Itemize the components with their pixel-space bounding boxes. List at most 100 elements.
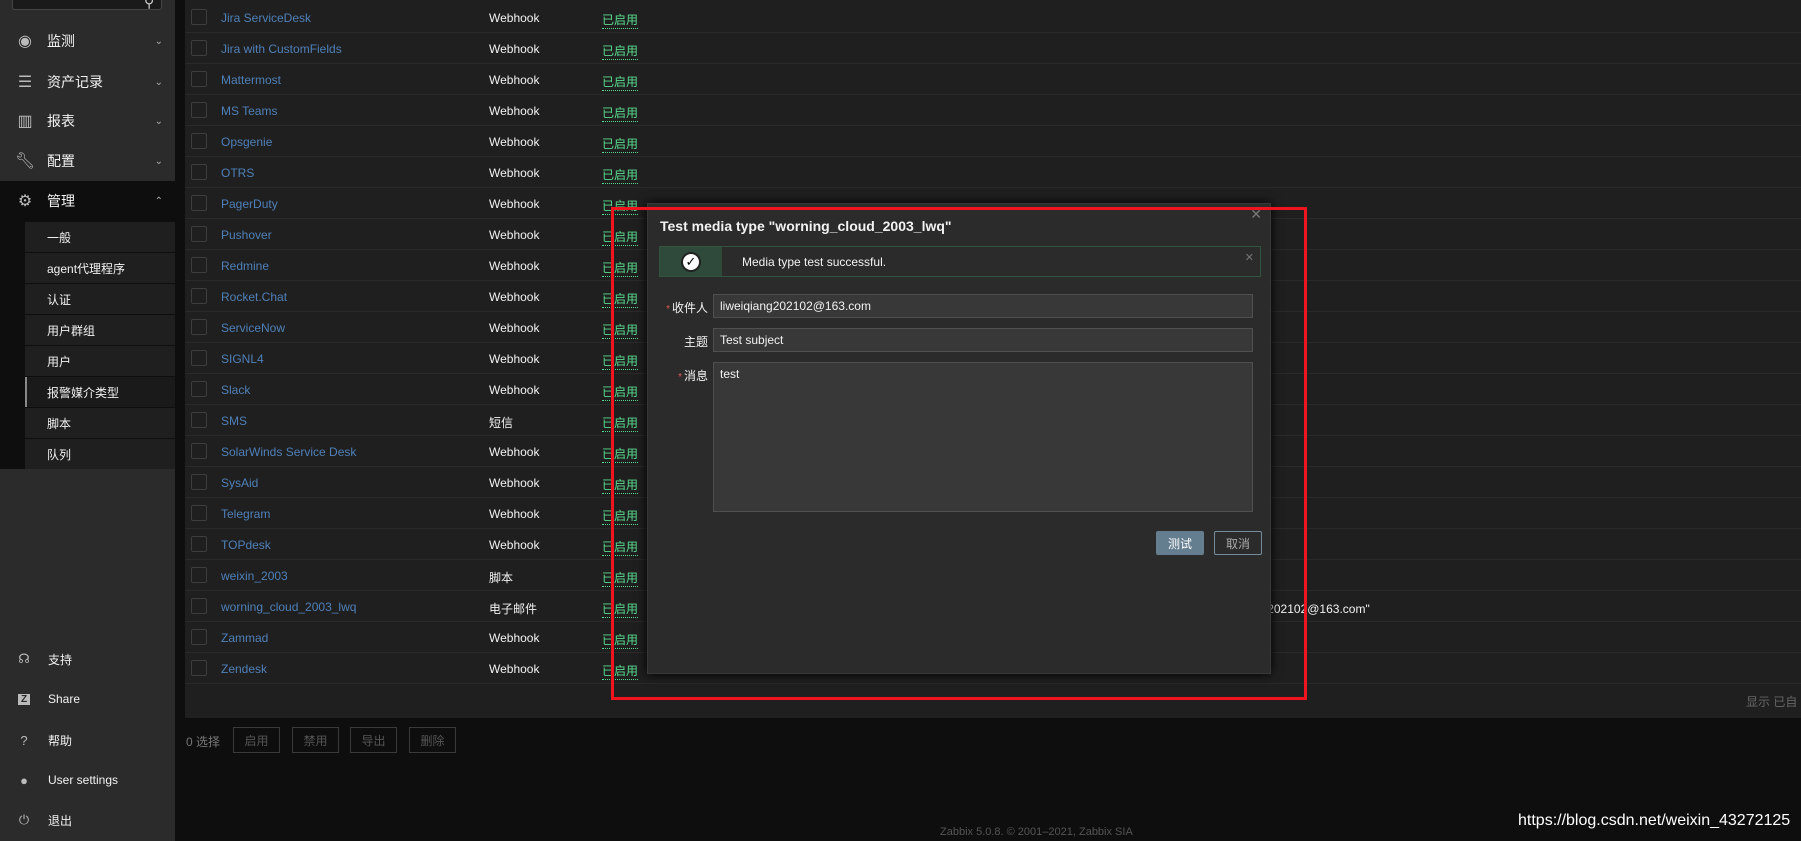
table-row: MS Teams Webhook 已启用 (185, 95, 1801, 126)
disable-button[interactable]: 禁用 (292, 727, 339, 753)
row-checkbox[interactable] (191, 474, 207, 490)
row-checkbox[interactable] (191, 536, 207, 552)
status-toggle[interactable]: 已启用 (602, 42, 639, 60)
watermark: https://blog.csdn.net/weixin_43272125 (1518, 812, 1791, 829)
support-link[interactable]: ☊ 支持 (0, 641, 175, 677)
row-checkbox[interactable] (191, 9, 207, 25)
user-icon: ● (20, 772, 28, 788)
row-checkbox[interactable] (191, 412, 207, 428)
power-icon: ⏻ (18, 812, 30, 827)
search-icon[interactable]: ⚲ (144, 0, 154, 11)
row-checkbox[interactable] (191, 133, 207, 149)
status-toggle[interactable]: 已启用 (602, 166, 639, 184)
row-checkbox[interactable] (191, 443, 207, 459)
row-checkbox[interactable] (191, 629, 207, 645)
chevron-up-icon: ⌃ (154, 195, 163, 207)
media-type-type: Webhook (489, 321, 540, 335)
row-checkbox[interactable] (191, 660, 207, 676)
media-type-type: Webhook (489, 73, 540, 87)
media-type-name-link[interactable]: Zammad (221, 631, 268, 645)
menu-configuration[interactable]: 🔧︎ 配置 ⌄ (0, 141, 175, 181)
chevron-down-icon: ⌄ (154, 35, 163, 47)
media-type-name-link[interactable]: PagerDuty (221, 197, 278, 211)
media-type-name-link[interactable]: TOPdesk (221, 538, 271, 552)
media-type-name-link[interactable]: Zendesk (221, 662, 267, 676)
menu-monitoring[interactable]: ◉ 监测 ⌄ (0, 21, 175, 61)
media-type-type: Webhook (489, 42, 540, 56)
sidebar-item-users[interactable]: 用户 (25, 346, 175, 376)
row-checkbox[interactable] (191, 288, 207, 304)
media-type-name-link[interactable]: Opsgenie (221, 135, 272, 149)
media-type-name-link[interactable]: Jira ServiceDesk (221, 11, 311, 25)
media-type-name-link[interactable]: OTRS (221, 166, 254, 180)
row-checkbox[interactable] (191, 319, 207, 335)
row-checkbox[interactable] (191, 40, 207, 56)
media-type-name-link[interactable]: Slack (221, 383, 250, 397)
media-type-name-link[interactable]: ServiceNow (221, 321, 285, 335)
help-link[interactable]: ? 帮助 (0, 722, 175, 758)
bottom-label: 帮助 (48, 733, 73, 748)
menu-label: 监测 (47, 33, 75, 49)
menu-administration[interactable]: ⚙ 管理 ⌃ (0, 181, 175, 221)
media-type-name-link[interactable]: weixin_2003 (221, 569, 288, 583)
row-checkbox[interactable] (191, 505, 207, 521)
share-link[interactable]: Z Share (0, 681, 175, 717)
row-checkbox[interactable] (191, 195, 207, 211)
media-type-type: Webhook (489, 352, 540, 366)
menu-label: 管理 (47, 193, 75, 209)
media-type-type: Webhook (489, 445, 540, 459)
media-type-name-link[interactable]: MS Teams (221, 104, 277, 118)
media-type-name-link[interactable]: Redmine (221, 259, 269, 273)
row-checkbox[interactable] (191, 164, 207, 180)
delete-button[interactable]: 删除 (409, 727, 456, 753)
bar-chart-icon: ▥ (17, 113, 33, 130)
row-checkbox[interactable] (191, 226, 207, 242)
media-type-name-link[interactable]: SolarWinds Service Desk (221, 445, 356, 459)
menu-inventory[interactable]: ☰ 资产记录 ⌄ (0, 62, 175, 102)
table-row: Opsgenie Webhook 已启用 (185, 126, 1801, 157)
sidebar-item-authentication[interactable]: 认证 (25, 284, 175, 314)
row-checkbox[interactable] (191, 350, 207, 366)
sidebar-item-media-types[interactable]: 报警媒介类型 (25, 377, 175, 407)
row-checkbox[interactable] (191, 381, 207, 397)
media-type-name-link[interactable]: Mattermost (221, 73, 281, 87)
media-type-type: Webhook (489, 259, 540, 273)
status-toggle[interactable]: 已启用 (602, 11, 639, 29)
sidebar-item-queue[interactable]: 队列 (25, 439, 175, 469)
media-type-name-link[interactable]: Pushover (221, 228, 272, 242)
media-type-type: Webhook (489, 538, 540, 552)
footer: Zabbix 5.0.8. © 2001–2021, Zabbix SIA (940, 826, 1133, 838)
status-toggle[interactable]: 已启用 (602, 104, 639, 122)
enable-button[interactable]: 启用 (233, 727, 280, 753)
sidebar-item-scripts[interactable]: 脚本 (25, 408, 175, 438)
media-type-name-link[interactable]: Telegram (221, 507, 270, 521)
row-checkbox[interactable] (191, 598, 207, 614)
media-type-name-link[interactable]: SIGNL4 (221, 352, 264, 366)
export-button[interactable]: 导出 (350, 727, 397, 753)
media-type-name-link[interactable]: SMS (221, 414, 247, 428)
search-input[interactable] (12, 0, 162, 10)
zabbix-share-icon: Z (18, 693, 30, 705)
user-settings-link[interactable]: ● User settings (0, 762, 175, 798)
row-checkbox[interactable] (191, 257, 207, 273)
status-toggle[interactable]: 已启用 (602, 135, 639, 153)
signout-link[interactable]: ⏻ 退出 (0, 802, 175, 838)
media-type-name-link[interactable]: SysAid (221, 476, 258, 490)
media-type-type: Webhook (489, 104, 540, 118)
media-type-type: Webhook (489, 197, 540, 211)
row-checkbox[interactable] (191, 102, 207, 118)
row-checkbox[interactable] (191, 567, 207, 583)
sidebar-item-user-groups[interactable]: 用户群组 (25, 315, 175, 345)
status-toggle[interactable]: 已启用 (602, 73, 639, 91)
row-checkbox[interactable] (191, 71, 207, 87)
media-type-name-link[interactable]: worning_cloud_2003_lwq (221, 600, 356, 614)
chevron-down-icon: ⌄ (154, 115, 163, 127)
sidebar-item-general[interactable]: 一般 (25, 222, 175, 252)
menu-reports[interactable]: ▥ 报表 ⌄ (0, 101, 175, 141)
menu-label: 报表 (47, 113, 75, 129)
media-type-name-link[interactable]: Rocket.Chat (221, 290, 287, 304)
sidebar-item-proxies[interactable]: agent代理程序 (25, 253, 175, 283)
bottom-label: Share (48, 692, 81, 706)
media-type-type: Webhook (489, 662, 540, 676)
media-type-name-link[interactable]: Jira with CustomFields (221, 42, 342, 56)
